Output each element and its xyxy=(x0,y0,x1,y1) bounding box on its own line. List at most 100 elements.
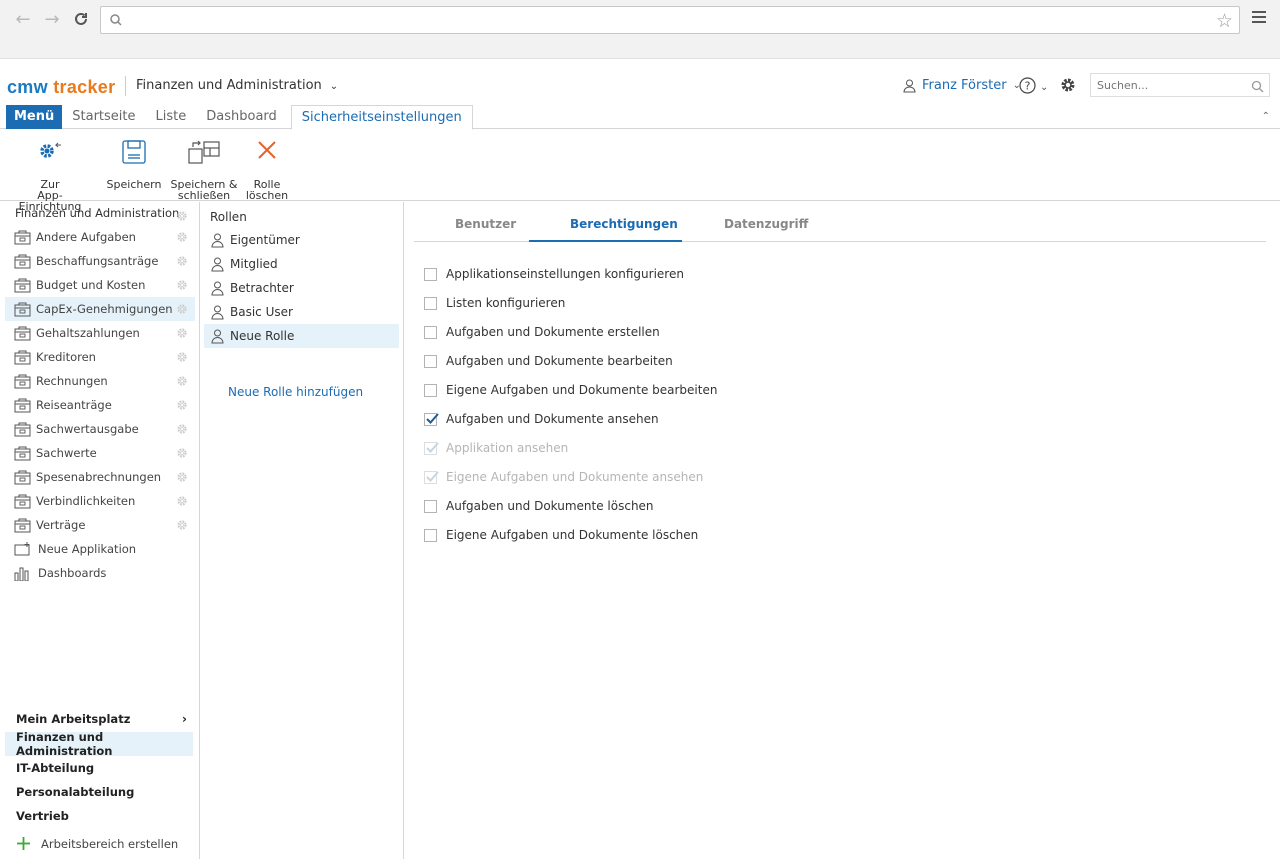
chevron-up-icon[interactable]: ⌃ xyxy=(1262,111,1270,122)
role-item[interactable]: Neue Rolle xyxy=(204,324,399,348)
sidebar-item-app[interactable]: Sachwertausgabe xyxy=(5,417,195,441)
permission-row: Aufgaben und Dokumente erstellen xyxy=(424,322,660,342)
delete-role-button[interactable]: Rolle löschen xyxy=(240,139,294,201)
toolbar: Zur App-Einrichtung Speichern Speichern … xyxy=(0,130,1280,212)
permission-checkbox[interactable] xyxy=(424,354,437,368)
tab-liste[interactable]: Liste xyxy=(146,105,197,129)
sidebar-item-new-app[interactable]: Neue Applikation xyxy=(5,537,195,561)
browser-menu-icon[interactable] xyxy=(1252,11,1266,26)
plus-icon xyxy=(16,836,31,851)
permission-checkbox[interactable] xyxy=(424,528,437,542)
workspace-personal[interactable]: Personalabteilung xyxy=(5,780,193,804)
sidebar-item-app[interactable]: Sachwerte xyxy=(5,441,195,465)
help-menu[interactable]: ? ⌄ xyxy=(1019,77,1048,98)
gear-icon[interactable] xyxy=(176,375,188,390)
gear-icon[interactable] xyxy=(176,495,188,510)
save-button[interactable]: Speichern xyxy=(104,139,164,190)
gear-icon[interactable] xyxy=(176,423,188,438)
sidebar-item-app[interactable]: Rechnungen xyxy=(5,369,195,393)
permissions-panel: Benutzer Berechtigungen Datenzugriff App… xyxy=(404,202,1280,859)
gear-icon[interactable] xyxy=(176,327,188,342)
workspace-dropdown[interactable]: Finanzen und Administration ⌄ xyxy=(136,78,338,93)
user-icon xyxy=(211,329,224,344)
role-label: Mitglied xyxy=(230,257,278,271)
add-role-link[interactable]: Neue Rolle hinzufügen xyxy=(228,385,363,399)
back-icon[interactable]: ← xyxy=(12,8,34,30)
permission-checkbox[interactable] xyxy=(424,499,437,513)
sidebar-item-app[interactable]: Andere Aufgaben xyxy=(5,225,195,249)
permission-checkbox[interactable] xyxy=(424,383,437,397)
gear-icon[interactable] xyxy=(176,519,188,534)
gear-icon[interactable] xyxy=(176,207,188,226)
tab-benutzer[interactable]: Benutzer xyxy=(455,217,516,231)
permission-row: Applikation ansehen xyxy=(424,438,568,458)
sidebar-item-dashboards[interactable]: Dashboards xyxy=(5,561,195,585)
permission-label: Applikation ansehen xyxy=(446,441,569,455)
sidebar-item-label: Rechnungen xyxy=(36,374,108,388)
gear-icon[interactable] xyxy=(176,399,188,414)
save-and-close-button[interactable]: Speichern & schließen xyxy=(170,139,238,201)
tab-berechtigungen[interactable]: Berechtigungen xyxy=(570,217,678,231)
gear-icon[interactable] xyxy=(176,447,188,462)
search-icon[interactable] xyxy=(1251,78,1264,97)
gear-icon[interactable] xyxy=(176,255,188,270)
sidebar-item-app[interactable]: Verbindlichkeiten xyxy=(5,489,195,513)
add-workspace-button[interactable]: Arbeitsbereich erstellen xyxy=(16,836,178,851)
permission-label: Eigene Aufgaben und Dokumente bearbeiten xyxy=(446,383,718,397)
reload-icon[interactable] xyxy=(70,8,92,30)
sidebar-item-app[interactable]: Budget und Kosten xyxy=(5,273,195,297)
role-label: Betrachter xyxy=(230,281,294,295)
workspace-it[interactable]: IT-Abteilung xyxy=(5,756,193,780)
sidebar-item-app[interactable]: Beschaffungsanträge xyxy=(5,249,195,273)
workspace-finanzen[interactable]: Finanzen und Administration xyxy=(5,730,193,758)
permission-checkbox[interactable] xyxy=(424,325,437,339)
permission-checkbox[interactable] xyxy=(424,296,437,310)
sidebar-item-label: Reiseanträge xyxy=(36,398,112,412)
gear-icon[interactable] xyxy=(176,303,188,318)
workspace-vertrieb[interactable]: Vertrieb xyxy=(5,804,193,828)
sidebar-item-label: Spesenabrechnungen xyxy=(36,470,162,484)
permission-row: Applikationseinstellungen konfigurieren xyxy=(424,264,684,284)
sidebar-item-app[interactable]: Kreditoren xyxy=(5,345,195,369)
close-icon xyxy=(240,139,294,171)
role-item[interactable]: Eigentümer xyxy=(204,228,399,252)
workspace-mein-arbeitsplatz[interactable]: Mein Arbeitsplatz › xyxy=(5,707,193,731)
new-app-icon xyxy=(14,542,36,556)
tab-startseite[interactable]: Startseite xyxy=(62,105,145,129)
settings-gear-icon[interactable] xyxy=(1059,76,1077,98)
role-item[interactable]: Betrachter xyxy=(204,276,399,300)
permission-checkbox[interactable] xyxy=(424,267,437,281)
chevron-down-icon: ⌄ xyxy=(1040,82,1049,93)
forward-icon[interactable]: → xyxy=(41,8,63,30)
sidebar-item-app[interactable]: Verträge xyxy=(5,513,195,537)
app-icon xyxy=(14,446,36,461)
permission-label: Eigene Aufgaben und Dokumente ansehen xyxy=(446,470,704,484)
save-close-icon xyxy=(170,139,238,171)
tab-datenzugriff[interactable]: Datenzugriff xyxy=(724,217,808,231)
search-input[interactable] xyxy=(1091,74,1241,97)
permission-checkbox[interactable] xyxy=(424,412,439,426)
gear-icon[interactable] xyxy=(176,279,188,294)
role-item[interactable]: Basic User xyxy=(204,300,399,324)
app-icon xyxy=(14,350,36,365)
sidebar-item-app[interactable]: CapEx-Genehmigungen xyxy=(5,297,195,321)
bookmark-star-icon[interactable]: ☆ xyxy=(1216,10,1233,32)
gear-icon[interactable] xyxy=(176,471,188,486)
tab-dashboard[interactable]: Dashboard xyxy=(196,105,287,129)
sidebar-item-app[interactable]: Spesenabrechnungen xyxy=(5,465,195,489)
app-icon xyxy=(14,518,36,533)
permission-label: Aufgaben und Dokumente ansehen xyxy=(446,412,659,426)
tab-menu[interactable]: Menü xyxy=(6,105,63,129)
tab-sicherheitseinstellungen[interactable]: Sicherheitseinstellungen xyxy=(290,105,473,130)
sidebar-item-app[interactable]: Gehaltszahlungen xyxy=(5,321,195,345)
role-item[interactable]: Mitglied xyxy=(204,252,399,276)
gear-icon[interactable] xyxy=(176,351,188,366)
sidebar-title[interactable]: Finanzen und Administration xyxy=(15,206,179,220)
address-bar[interactable]: ☆ xyxy=(100,6,1240,34)
permission-label: Aufgaben und Dokumente erstellen xyxy=(446,325,660,339)
search-icon xyxy=(109,12,123,31)
gear-icon[interactable] xyxy=(176,231,188,246)
user-menu[interactable]: Franz Förster ⌄ xyxy=(903,78,1021,93)
sidebar-item-app[interactable]: Reiseanträge xyxy=(5,393,195,417)
logo[interactable]: cmw tracker xyxy=(7,77,115,98)
